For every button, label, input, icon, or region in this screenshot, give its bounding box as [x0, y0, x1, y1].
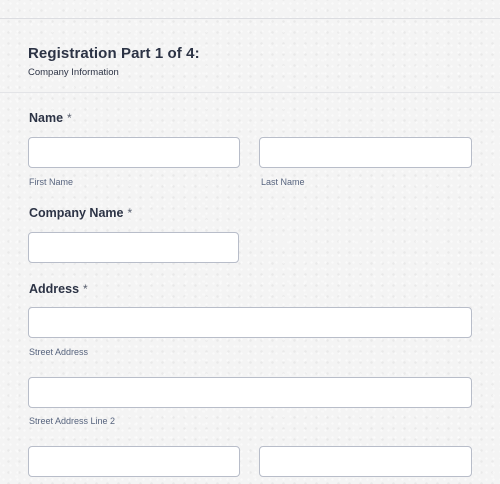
address-question-label: Address * — [29, 282, 88, 296]
form-title: Registration Part 1 of 4: — [28, 45, 200, 62]
state-input[interactable] — [259, 446, 472, 477]
company-name-label-text: Company Name — [29, 206, 124, 220]
address-label-text: Address — [29, 282, 80, 296]
name-question-label: Name * — [29, 111, 72, 125]
company-name-question-label: Company Name * — [29, 206, 132, 220]
city-input[interactable] — [28, 446, 240, 477]
top-divider — [0, 18, 500, 19]
street-address-line2-input[interactable] — [28, 377, 472, 408]
street-address-input[interactable] — [28, 307, 472, 338]
form-subtitle: Company Information — [28, 67, 119, 78]
header-divider — [0, 92, 500, 93]
last-name-input[interactable] — [259, 137, 472, 168]
last-name-sublabel: Last Name — [261, 177, 305, 187]
required-asterisk: * — [127, 206, 133, 220]
required-asterisk: * — [67, 111, 72, 125]
first-name-sublabel: First Name — [29, 177, 74, 187]
required-asterisk: * — [83, 282, 88, 296]
street-address-line2-sublabel: Street Address Line 2 — [29, 416, 116, 426]
company-name-input[interactable] — [28, 232, 239, 263]
name-label-text: Name — [29, 111, 64, 125]
first-name-input[interactable] — [28, 137, 240, 168]
street-address-sublabel: Street Address — [29, 347, 89, 357]
